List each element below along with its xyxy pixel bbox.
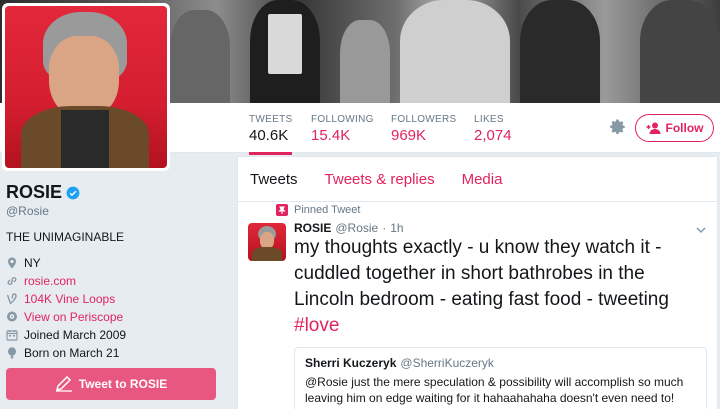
timeline: Tweets Tweets & replies Media Pinned Twe… — [237, 156, 718, 409]
quote-author-handle: @SherriKuczeryk — [400, 356, 494, 370]
website-row: rosie.com — [6, 272, 226, 290]
stat-followers[interactable]: FOLLOWERS 969K — [391, 114, 457, 144]
tab-tweets[interactable]: Tweets — [250, 171, 298, 188]
profile-bio: THE UNIMAGINABLE — [6, 230, 125, 244]
location-pin-icon — [8, 257, 16, 269]
stat-label: LIKES — [474, 114, 504, 125]
birthday-row: Born on March 21 — [6, 344, 226, 362]
tab-media[interactable]: Media — [462, 171, 503, 188]
calendar-icon — [6, 330, 18, 341]
periscope-link[interactable]: View on Periscope — [24, 310, 123, 324]
quote-author-name: Sherri Kuczeryk — [305, 356, 397, 370]
follow-button[interactable]: Follow — [635, 114, 714, 142]
profile-name[interactable]: ROSIE — [6, 182, 62, 203]
profile-handle[interactable]: @Rosie — [6, 204, 226, 218]
tweet-to-button[interactable]: Tweet to ROSIE — [6, 368, 216, 400]
location-row: NY — [6, 254, 226, 272]
tweet-author-handle[interactable]: @Rosie — [335, 221, 378, 235]
periscope-icon — [7, 311, 17, 322]
balloon-icon — [8, 347, 16, 359]
stat-value: 2,074 — [474, 127, 512, 144]
birthday-text: Born on March 21 — [24, 346, 120, 360]
chevron-down-icon[interactable] — [696, 225, 706, 235]
stat-value: 15.4K — [311, 127, 351, 144]
compose-icon — [55, 376, 72, 392]
verified-badge-icon — [66, 186, 80, 199]
website-link[interactable]: rosie.com — [24, 274, 76, 288]
link-icon — [7, 277, 17, 285]
vine-icon — [6, 293, 17, 305]
periscope-row: View on Periscope — [6, 308, 226, 326]
pinned-label: Pinned Tweet — [294, 204, 361, 216]
tweet-author-name[interactable]: ROSIE — [294, 221, 331, 235]
gear-icon[interactable] — [609, 118, 627, 136]
tweet-hashtag[interactable]: #love — [294, 315, 339, 336]
stat-label: FOLLOWING — [311, 114, 374, 125]
vine-link[interactable]: 104K Vine Loops — [24, 292, 115, 306]
stat-following[interactable]: FOLLOWING 15.4K — [311, 114, 374, 144]
joined-text: Joined March 2009 — [24, 328, 127, 342]
quoted-tweet[interactable]: Sherri Kuczeryk @SherriKuczeryk @Rosie j… — [294, 347, 707, 409]
stat-likes[interactable]: LIKES 2,074 — [474, 114, 512, 144]
tweet-header: ROSIE @Rosie · 1h — [294, 221, 404, 235]
tweet-avatar[interactable] — [248, 223, 286, 261]
joined-row: Joined March 2009 — [6, 326, 226, 344]
stat-value: 40.6K — [249, 127, 289, 144]
profile-avatar[interactable] — [2, 3, 170, 171]
profile-card: ROSIE @Rosie THE UNIMAGINABLE NY rosie.c… — [6, 182, 226, 362]
tweet-to-label: Tweet to ROSIE — [78, 377, 168, 391]
tweet-text: my thoughts exactly - u know they watch … — [294, 235, 709, 339]
pin-icon — [276, 204, 288, 216]
add-user-icon — [646, 122, 660, 134]
stat-value: 969K — [391, 127, 427, 144]
tweet-separator: · — [382, 221, 387, 235]
pinned-indicator: Pinned Tweet — [276, 204, 360, 216]
follow-label: Follow — [665, 121, 704, 135]
tab-tweets-replies[interactable]: Tweets & replies — [325, 171, 435, 188]
stat-tweets[interactable]: TWEETS 40.6K — [249, 114, 293, 155]
tweet-timestamp[interactable]: 1h — [390, 221, 403, 235]
location-text: NY — [24, 256, 41, 270]
timeline-tabs: Tweets Tweets & replies Media — [238, 157, 717, 202]
tweet-body: my thoughts exactly - u know they watch … — [294, 237, 669, 310]
vine-row: 104K Vine Loops — [6, 290, 226, 308]
stat-label: TWEETS — [249, 114, 293, 125]
stat-label: FOLLOWERS — [391, 114, 457, 125]
quote-text: @Rosie just the mere speculation & possi… — [305, 375, 684, 405]
